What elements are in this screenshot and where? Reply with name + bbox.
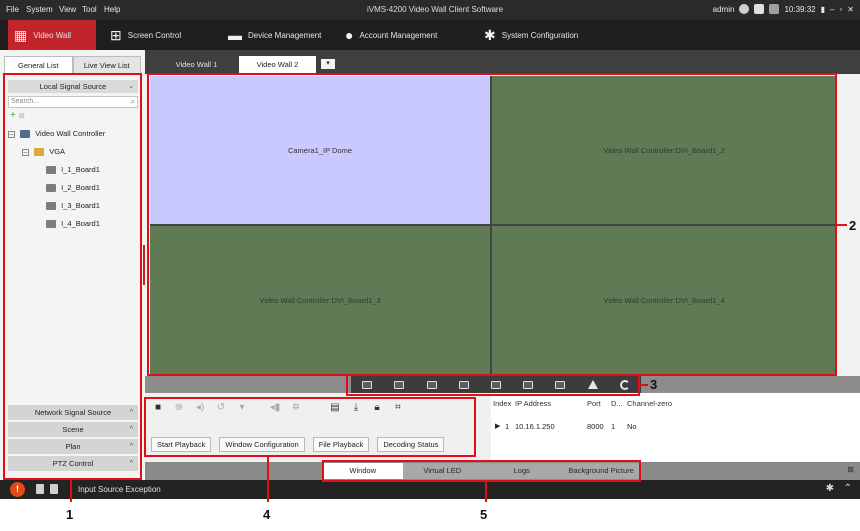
module-video-wall-label: Video Wall (33, 30, 72, 40)
pin-icon[interactable]: ✱ (826, 483, 834, 494)
minimize-icon[interactable]: – (830, 5, 834, 14)
status-message: Input Source Exception (78, 485, 161, 494)
gear-icon: ✱ (484, 27, 496, 43)
callout-4: 4 (263, 507, 271, 522)
menu-view[interactable]: View (59, 5, 76, 14)
annotation-box-4 (144, 397, 476, 457)
menu-tool[interactable]: Tool (82, 5, 97, 14)
left-tabs: General List Live View List (4, 56, 141, 74)
callout-2: 2 (849, 218, 857, 233)
username[interactable]: admin (713, 5, 735, 14)
alarm-icon[interactable]: ! (10, 482, 25, 497)
cell-d: 1 (611, 421, 616, 431)
annotation-box-2 (147, 73, 837, 376)
callout-3: 3 (650, 377, 658, 392)
status-icons (36, 484, 58, 494)
status-bar: ! Input Source Exception ✱ ⌃ (0, 480, 860, 499)
menu-bar: File System View Tool Help iVMS-4200 Vid… (0, 0, 860, 20)
tab-live-view-list[interactable]: Live View List (72, 56, 141, 74)
expand-panel-icon[interactable]: ⊠ (847, 465, 854, 474)
screen-control-icon: ⊞ (110, 27, 122, 43)
expand-row-icon[interactable]: ▶ (491, 422, 505, 430)
tab-video-wall-1[interactable]: Video Wall 1 (158, 56, 235, 74)
column-ip-address[interactable]: IP Address (515, 399, 587, 411)
table-header: Index IP Address Port D... Channel-zero (491, 399, 860, 411)
device-table: Index IP Address Port D... Channel-zero … (491, 393, 860, 463)
cell-channel-zero: No (627, 421, 637, 431)
title-status-area: admin 10:39:32 ▮ – ▫ ✕ (713, 4, 854, 14)
module-account-management-label: Account Management (359, 30, 438, 40)
annotation-box-5 (322, 460, 641, 482)
user-icon: ● (345, 27, 354, 43)
module-device-management-label: Device Management (248, 30, 322, 40)
module-account-management[interactable]: ● Account Management (345, 20, 437, 50)
annotation-line-2 (837, 224, 847, 226)
video-wall-tabs: Video Wall 1 Video Wall 2 ▾ (145, 50, 860, 74)
column-d[interactable]: D... (611, 399, 627, 411)
tab-video-wall-2[interactable]: Video Wall 2 (239, 56, 316, 74)
annotation-box-3 (346, 374, 640, 396)
tab-general-list[interactable]: General List (4, 56, 73, 74)
calendar-icon (769, 4, 780, 14)
module-device-management[interactable]: ▬ Device Management (228, 20, 321, 50)
lock-icon[interactable]: ▮ (821, 5, 825, 14)
module-video-wall[interactable]: ▦ Video Wall (8, 20, 96, 50)
app-window: File System View Tool Help iVMS-4200 Vid… (0, 0, 860, 531)
storage-icon[interactable] (36, 484, 44, 494)
module-system-configuration[interactable]: ✱ System Configuration (484, 20, 578, 50)
column-index[interactable]: Index (491, 399, 515, 411)
window-title: iVMS-4200 Video Wall Client Software (366, 5, 504, 14)
menu-help[interactable]: Help (104, 5, 120, 14)
module-screen-control[interactable]: ⊞ Screen Control (110, 20, 181, 50)
column-port[interactable]: Port (587, 399, 611, 411)
module-system-configuration-label: System Configuration (501, 30, 579, 40)
cell-port: 8000 (587, 421, 604, 431)
callout-1: 1 (66, 507, 74, 522)
cell-index: 1 (505, 421, 510, 431)
help-icon[interactable] (739, 4, 750, 14)
menu-file[interactable]: File (6, 5, 19, 14)
module-screen-control-label: Screen Control (127, 30, 182, 40)
menu-system[interactable]: System (26, 5, 53, 14)
table-row[interactable]: ▶ 1 10.16.1.250 8000 1 No (491, 420, 860, 432)
module-bar: ▦ Video Wall ⊞ Screen Control ▬ Device M… (0, 20, 860, 50)
annotation-line-4 (267, 457, 269, 502)
video-wall-icon: ▦ (14, 27, 28, 43)
annotation-box-1 (3, 73, 142, 480)
annotation-line-3 (640, 384, 648, 386)
cell-ip-address: 10.16.1.250 (515, 421, 555, 431)
collapse-up-icon[interactable]: ⌃ (844, 483, 852, 494)
column-channel-zero[interactable]: Channel-zero (627, 399, 707, 411)
device-icon: ▬ (228, 27, 242, 43)
close-icon[interactable]: ✕ (847, 5, 854, 14)
callout-5: 5 (480, 507, 488, 522)
lock-screen-icon[interactable] (754, 4, 765, 14)
event-icon[interactable] (50, 484, 58, 494)
annotation-line-5 (485, 482, 487, 502)
add-wall-dropdown-icon[interactable]: ▾ (321, 59, 335, 69)
maximize-icon[interactable]: ▫ (839, 5, 842, 14)
annotation-line-1 (70, 480, 72, 502)
clock-time: 10:39:32 (784, 4, 816, 14)
